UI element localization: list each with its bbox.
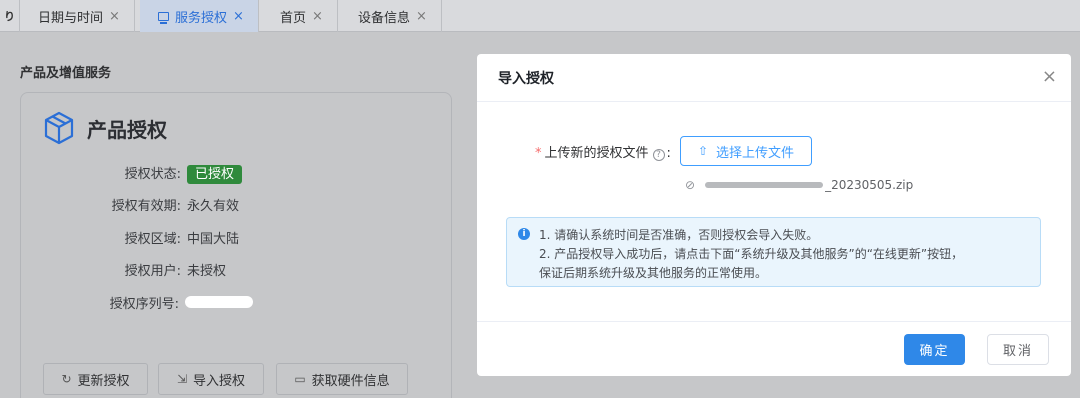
tab-bar: り 日期与时间 × 服务授权 × 首页 × 设备信息 ×: [0, 0, 1080, 32]
tab-label: 日期与时间: [38, 10, 104, 26]
info-label: 授权有效期:: [111, 198, 181, 214]
tab-label: 首页: [280, 10, 307, 26]
refresh-icon: ↻: [61, 372, 72, 386]
status-badge: 已授权: [187, 163, 243, 184]
tab-label: 服务授权: [175, 10, 228, 26]
info-row-region: 授权区域: 中国大陆: [21, 226, 253, 248]
alert-line: 2. 产品授权导入成功后，请点击下面“系统升级及其他服务”的“在线更新”按钮，: [539, 247, 964, 261]
update-license-button[interactable]: ↻ 更新授权: [43, 363, 148, 395]
info-row-serial: 授权序列号:: [21, 291, 253, 313]
alert-line: 保证后期系统升级及其他服务的正常使用。: [539, 266, 768, 280]
paperclip-icon: ⊘: [685, 178, 696, 192]
info-label: 授权区域:: [124, 231, 181, 247]
required-mark: *: [535, 146, 542, 161]
import-license-button[interactable]: ⇲ 导入授权: [158, 363, 264, 395]
dialog-title: 导入授权: [498, 71, 554, 87]
product-header: 产品授权: [43, 111, 167, 145]
tab-close-icon[interactable]: ×: [109, 9, 120, 24]
select-upload-file-button[interactable]: ⇧ 选择上传文件: [680, 136, 812, 166]
divider: [477, 321, 1071, 322]
monitor-icon: [158, 11, 169, 24]
serial-value-redacted: [185, 295, 253, 310]
info-row-user: 授权用户: 未授权: [21, 258, 253, 280]
info-value: 中国大陆: [187, 231, 240, 247]
tab-date-time[interactable]: 日期与时间 ×: [20, 0, 135, 32]
product-card: 产品授权 授权状态: 已授权 授权有效期: 永久有效 授权区域: 中国大陆 授权…: [20, 92, 452, 398]
cancel-button[interactable]: 取消: [987, 334, 1049, 365]
upload-form-label: * 上传新的授权文件?:: [535, 146, 671, 161]
help-icon[interactable]: ?: [652, 149, 665, 161]
uploaded-file-item[interactable]: ⊘ _20230505.zip: [685, 178, 913, 192]
tab-label: 设备信息: [358, 10, 411, 26]
monitor-icon: ▭: [294, 372, 306, 386]
upload-icon: ⇧: [697, 144, 709, 158]
tab-device-info[interactable]: 设备信息 ×: [340, 0, 442, 32]
divider: [477, 101, 1071, 102]
info-label: 授权用户:: [124, 263, 181, 279]
file-name: _20230505.zip: [825, 178, 914, 192]
tab-close-icon[interactable]: ×: [312, 9, 323, 24]
info-icon: i: [518, 228, 530, 240]
confirm-button[interactable]: 确定: [904, 334, 965, 365]
alert-line: 1. 请确认系统时间是否准确，否则授权会导入失败。: [539, 228, 819, 242]
import-icon: ⇲: [176, 372, 188, 386]
tab-close-icon[interactable]: ×: [416, 9, 427, 24]
info-label: 授权序列号:: [109, 296, 179, 312]
info-row-status: 授权状态: 已授权: [21, 161, 253, 184]
info-label: 授权状态:: [124, 166, 181, 182]
info-alert: i 1. 请确认系统时间是否准确，否则授权会导入失败。 2. 产品授权导入成功后…: [506, 217, 1041, 287]
info-value: 未授权: [187, 263, 227, 279]
info-row-validity: 授权有效期: 永久有效: [21, 193, 253, 215]
file-name-redacted: [705, 182, 824, 188]
tab-home[interactable]: 首页 ×: [262, 0, 338, 32]
cube-icon: [44, 111, 74, 145]
close-icon[interactable]: ×: [1042, 66, 1057, 87]
product-title: 产品授权: [87, 117, 167, 142]
tab-collapse-icon[interactable]: り: [0, 0, 20, 32]
get-hardware-info-button[interactable]: ▭ 获取硬件信息: [276, 363, 408, 395]
import-license-dialog: 导入授权 × * 上传新的授权文件?: ⇧ 选择上传文件 ⊘ _20230505.…: [477, 54, 1071, 376]
info-value: 永久有效: [187, 198, 240, 214]
section-title: 产品及增值服务: [20, 66, 112, 81]
tab-close-icon[interactable]: ×: [233, 9, 244, 24]
tab-service-authorization[interactable]: 服务授权 ×: [140, 0, 259, 32]
